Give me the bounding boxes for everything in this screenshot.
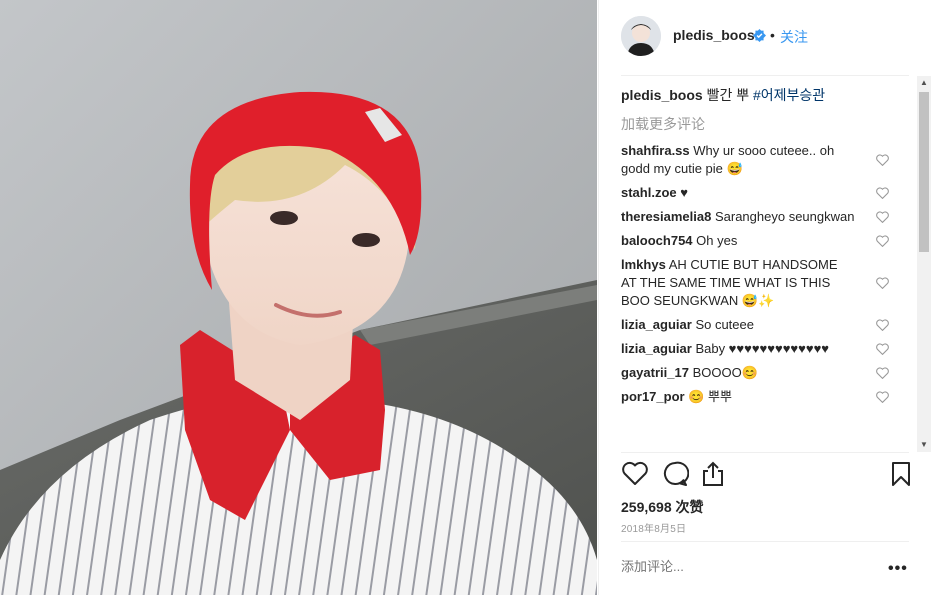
comment-text: BOOOO😊 xyxy=(692,365,758,380)
comment-username[interactable]: shahfira.ss xyxy=(621,143,690,158)
comment-username[interactable]: lizia_aguiar xyxy=(621,341,692,356)
like-comment-heart-icon[interactable] xyxy=(876,367,889,379)
header-separator: • xyxy=(770,27,775,43)
comment-icon[interactable] xyxy=(661,460,689,488)
follow-button[interactable]: 关注 xyxy=(780,27,808,47)
post-header: pledis_boos • 关注 xyxy=(599,0,931,75)
comment-item: lizia_aguiar So cuteee xyxy=(621,316,889,334)
comment-text: 😊 뿌뿌 xyxy=(688,389,732,404)
post-photo[interactable] xyxy=(0,0,597,595)
post-caption: pledis_boos 빨간 뿌 #어제부승관 xyxy=(621,86,889,104)
comment-item: por17_por 😊 뿌뿌 xyxy=(621,388,889,406)
heart-icon[interactable] xyxy=(621,460,649,488)
scroll-up-arrow-icon[interactable]: ▲ xyxy=(917,76,931,90)
comment-text: Saranghеyo seungkwan xyxy=(714,209,855,224)
comment-item: shahfira.ss Why ur sooo cuteee.. oh godd… xyxy=(621,142,889,178)
comment-item: gayatrii_17 BOOOO😊 xyxy=(621,364,889,382)
scroll-down-arrow-icon[interactable]: ▼ xyxy=(917,438,931,452)
instagram-post-viewer: pledis_boos • 关注 pledis_boos 빨간 뿌 #어제부승관… xyxy=(0,0,931,595)
comment-username[interactable]: lizia_aguiar xyxy=(621,317,692,332)
caption-hashtag[interactable]: #어제부승관 xyxy=(753,87,825,103)
like-comment-heart-icon[interactable] xyxy=(876,211,889,223)
comment-username[interactable]: gayatrii_17 xyxy=(621,365,689,380)
share-icon[interactable] xyxy=(699,460,727,488)
comment-username[interactable]: balooch754 xyxy=(621,233,693,248)
comment-item: lmkhys AH CUTIE BUT HANDSOME AT THE SAME… xyxy=(621,256,889,310)
post-side-panel: pledis_boos • 关注 pledis_boos 빨간 뿌 #어제부승관… xyxy=(598,0,931,595)
comment-item: lizia_aguiar Baby ♥♥♥♥♥♥♥♥♥♥♥♥♥ xyxy=(621,340,889,358)
comment-username[interactable]: theresiamelia8 xyxy=(621,209,711,224)
comment-list[interactable]: pledis_boos 빨간 뿌 #어제부승관 加载更多评论 shahfira.… xyxy=(621,86,889,452)
verified-badge-icon xyxy=(753,29,766,42)
post-date[interactable]: 2018年8月5日 xyxy=(621,520,686,535)
caption-text: 빨간 뿌 xyxy=(706,87,750,103)
author-avatar[interactable] xyxy=(621,16,661,56)
like-comment-heart-icon[interactable] xyxy=(876,154,889,166)
like-comment-heart-icon[interactable] xyxy=(876,187,889,199)
like-comment-heart-icon[interactable] xyxy=(876,343,889,355)
bookmark-icon[interactable] xyxy=(887,460,915,488)
avatar-image xyxy=(621,16,661,56)
post-actions xyxy=(621,460,917,494)
like-comment-heart-icon[interactable] xyxy=(876,319,889,331)
like-comment-heart-icon[interactable] xyxy=(876,235,889,247)
actions-divider xyxy=(621,452,909,453)
comment-text: Oh yes xyxy=(696,233,738,248)
comment-item: theresiamelia8 Saranghеyo seungkwan xyxy=(621,208,889,226)
like-comment-heart-icon[interactable] xyxy=(876,391,889,403)
author-username[interactable]: pledis_boos xyxy=(673,27,755,43)
more-options-icon[interactable]: ••• xyxy=(888,560,908,578)
comment-username[interactable]: stahl.zoe xyxy=(621,185,677,200)
caption-username[interactable]: pledis_boos xyxy=(621,87,703,103)
comment-item: stahl.zoe ♥ xyxy=(621,184,889,202)
load-more-comments-button[interactable]: 加载更多评论 xyxy=(621,114,889,134)
like-comment-heart-icon[interactable] xyxy=(876,277,889,289)
comment-username[interactable]: lmkhys xyxy=(621,257,666,272)
comment-text: So cuteee xyxy=(695,317,754,332)
comment-text: ♥ xyxy=(680,185,688,200)
footer-divider xyxy=(621,541,909,542)
add-comment-input[interactable] xyxy=(621,559,871,574)
post-photo-illustration xyxy=(0,0,597,595)
likes-count[interactable]: 259,698 次赞 xyxy=(621,497,704,517)
comment-text: Baby ♥♥♥♥♥♥♥♥♥♥♥♥♥ xyxy=(695,341,830,356)
comment-item: balooch754 Oh yes xyxy=(621,232,889,250)
comment-username[interactable]: por17_por xyxy=(621,389,685,404)
comment-scrollbar[interactable]: ▲ ▼ xyxy=(917,76,931,452)
scrollbar-thumb[interactable] xyxy=(919,92,929,252)
header-divider xyxy=(621,75,909,76)
